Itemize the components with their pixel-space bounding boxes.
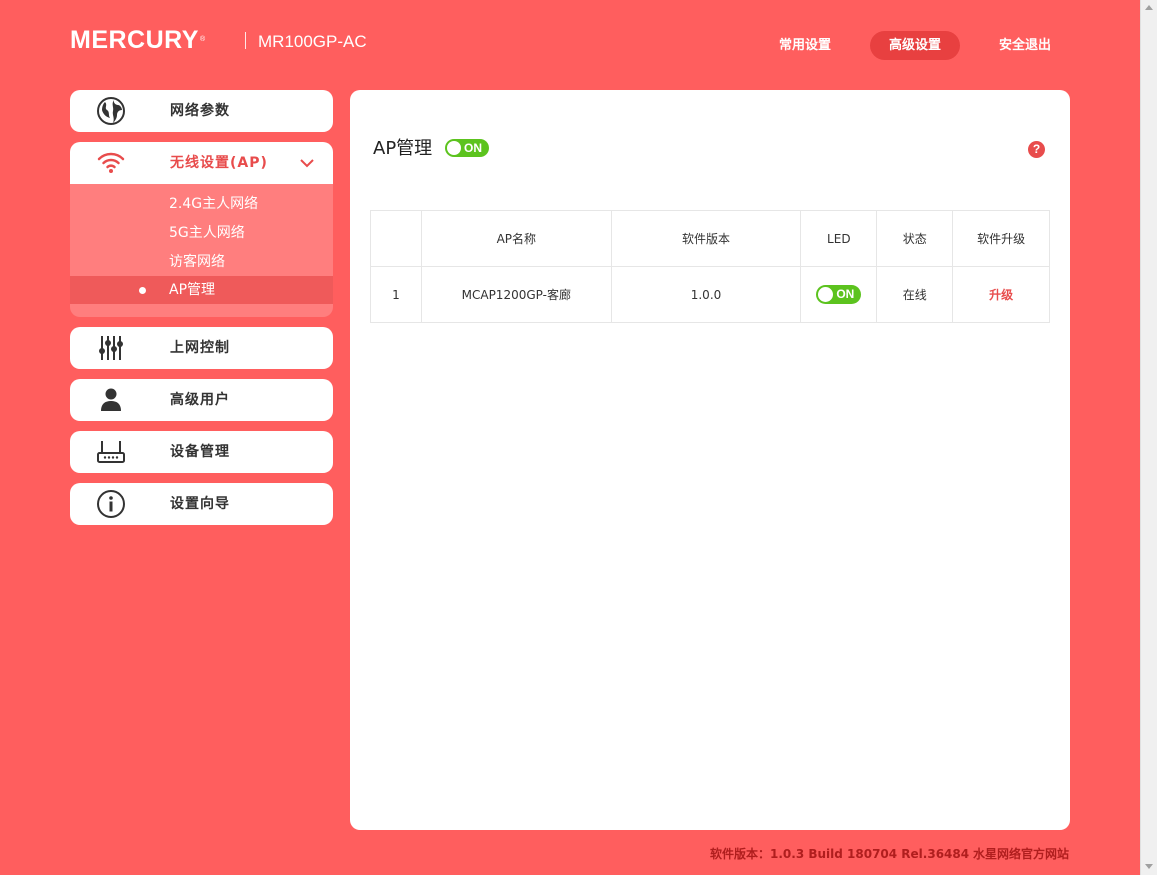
scroll-up-arrow-icon[interactable] [1145, 5, 1153, 10]
ap-table: AP名称 软件版本 LED 状态 软件升级 1 MCAP1200GP-客廊 1.… [370, 210, 1050, 323]
sidebar-item-wireless-ap[interactable]: 无线设置(AP) [70, 142, 333, 184]
submenu-label: 2.4G主人网络 [169, 196, 259, 212]
globe-icon [96, 96, 126, 126]
led-toggle[interactable]: ON [816, 285, 862, 304]
col-header-index [370, 210, 422, 267]
table-row: 1 MCAP1200GP-客廊 1.0.0 ON 在线 升级 [370, 266, 1050, 323]
nav-common-settings[interactable]: 常用设置 [765, 31, 845, 60]
footer-version: 软件版本：1.0.3 Build 180704 Rel.36484 [710, 847, 970, 861]
row-version: 1.0.0 [610, 266, 802, 323]
chevron-down-icon [300, 159, 314, 168]
toggle-knob [447, 141, 461, 155]
user-icon [96, 385, 126, 415]
info-icon [96, 489, 126, 519]
sidebar-item-advanced-users[interactable]: 高级用户 [70, 379, 333, 421]
wifi-icon [96, 148, 126, 178]
row-index: 1 [370, 266, 422, 323]
scroll-down-arrow-icon[interactable] [1145, 864, 1153, 869]
help-icon[interactable]: ? [1028, 141, 1045, 158]
col-header-led: LED [800, 210, 878, 267]
submenu-item-ap-management[interactable]: AP管理 [70, 276, 333, 304]
sidebar-item-label: 设置向导 [170, 496, 230, 512]
table-header-row: AP名称 软件版本 LED 状态 软件升级 [370, 210, 1050, 267]
col-header-status: 状态 [876, 210, 954, 267]
sidebar-item-label: 设备管理 [170, 444, 230, 460]
brand-logo: MERCURY® [70, 27, 206, 53]
submenu-label: AP管理 [169, 282, 216, 298]
submenu-label: 5G主人网络 [169, 225, 245, 241]
submenu-item-2g-host[interactable]: 2.4G主人网络 [70, 190, 333, 218]
sidebar-item-label: 高级用户 [170, 392, 230, 408]
row-led-cell: ON [800, 266, 878, 323]
col-header-upgrade: 软件升级 [952, 210, 1050, 267]
sidebar-item-device-management[interactable]: 设备管理 [70, 431, 333, 473]
sidebar-item-network-params[interactable]: 网络参数 [70, 90, 333, 132]
toggle-label: ON [464, 141, 482, 155]
nav-logout[interactable]: 安全退出 [985, 31, 1065, 60]
col-header-ap-name: AP名称 [420, 210, 612, 267]
row-ap-name: MCAP1200GP-客廊 [420, 266, 612, 323]
sidebar-item-access-control[interactable]: 上网控制 [70, 327, 333, 369]
row-status: 在线 [876, 266, 954, 323]
sidebar-item-setup-wizard[interactable]: 设置向导 [70, 483, 333, 525]
submenu-label: 访客网络 [169, 254, 225, 270]
sidebar-item-label: 网络参数 [170, 103, 230, 119]
official-site-link[interactable]: 水星网络官方网站 [973, 845, 1069, 862]
wireless-submenu: 2.4G主人网络 5G主人网络 访客网络 AP管理 [70, 184, 333, 317]
row-upgrade-cell: 升级 [952, 266, 1050, 323]
ap-management-toggle[interactable]: ON [445, 139, 489, 157]
logo-divider [245, 32, 246, 49]
toggle-knob [818, 287, 834, 302]
trademark-mark: ® [199, 36, 206, 43]
upgrade-link[interactable]: 升级 [989, 288, 1013, 302]
submenu-item-guest[interactable]: 访客网络 [70, 248, 333, 276]
main-panel: AP管理 ON ? AP名称 软件版本 LED 状态 软件升级 1 MCAP12… [350, 90, 1070, 830]
page-title: AP管理 [373, 138, 433, 159]
router-icon [96, 437, 126, 467]
nav-advanced-settings[interactable]: 高级设置 [870, 31, 960, 60]
toggle-label: ON [836, 287, 855, 301]
brand-name: MERCURY [70, 26, 199, 54]
submenu-item-5g-host[interactable]: 5G主人网络 [70, 219, 333, 247]
sliders-icon [96, 333, 126, 363]
sidebar-item-label: 无线设置(AP) [170, 155, 268, 171]
col-header-version: 软件版本 [610, 210, 802, 267]
sidebar-item-label: 上网控制 [170, 340, 230, 356]
model-name: MR100GP-AC [258, 32, 367, 51]
current-dot [139, 287, 146, 294]
vertical-scrollbar[interactable] [1140, 0, 1157, 875]
